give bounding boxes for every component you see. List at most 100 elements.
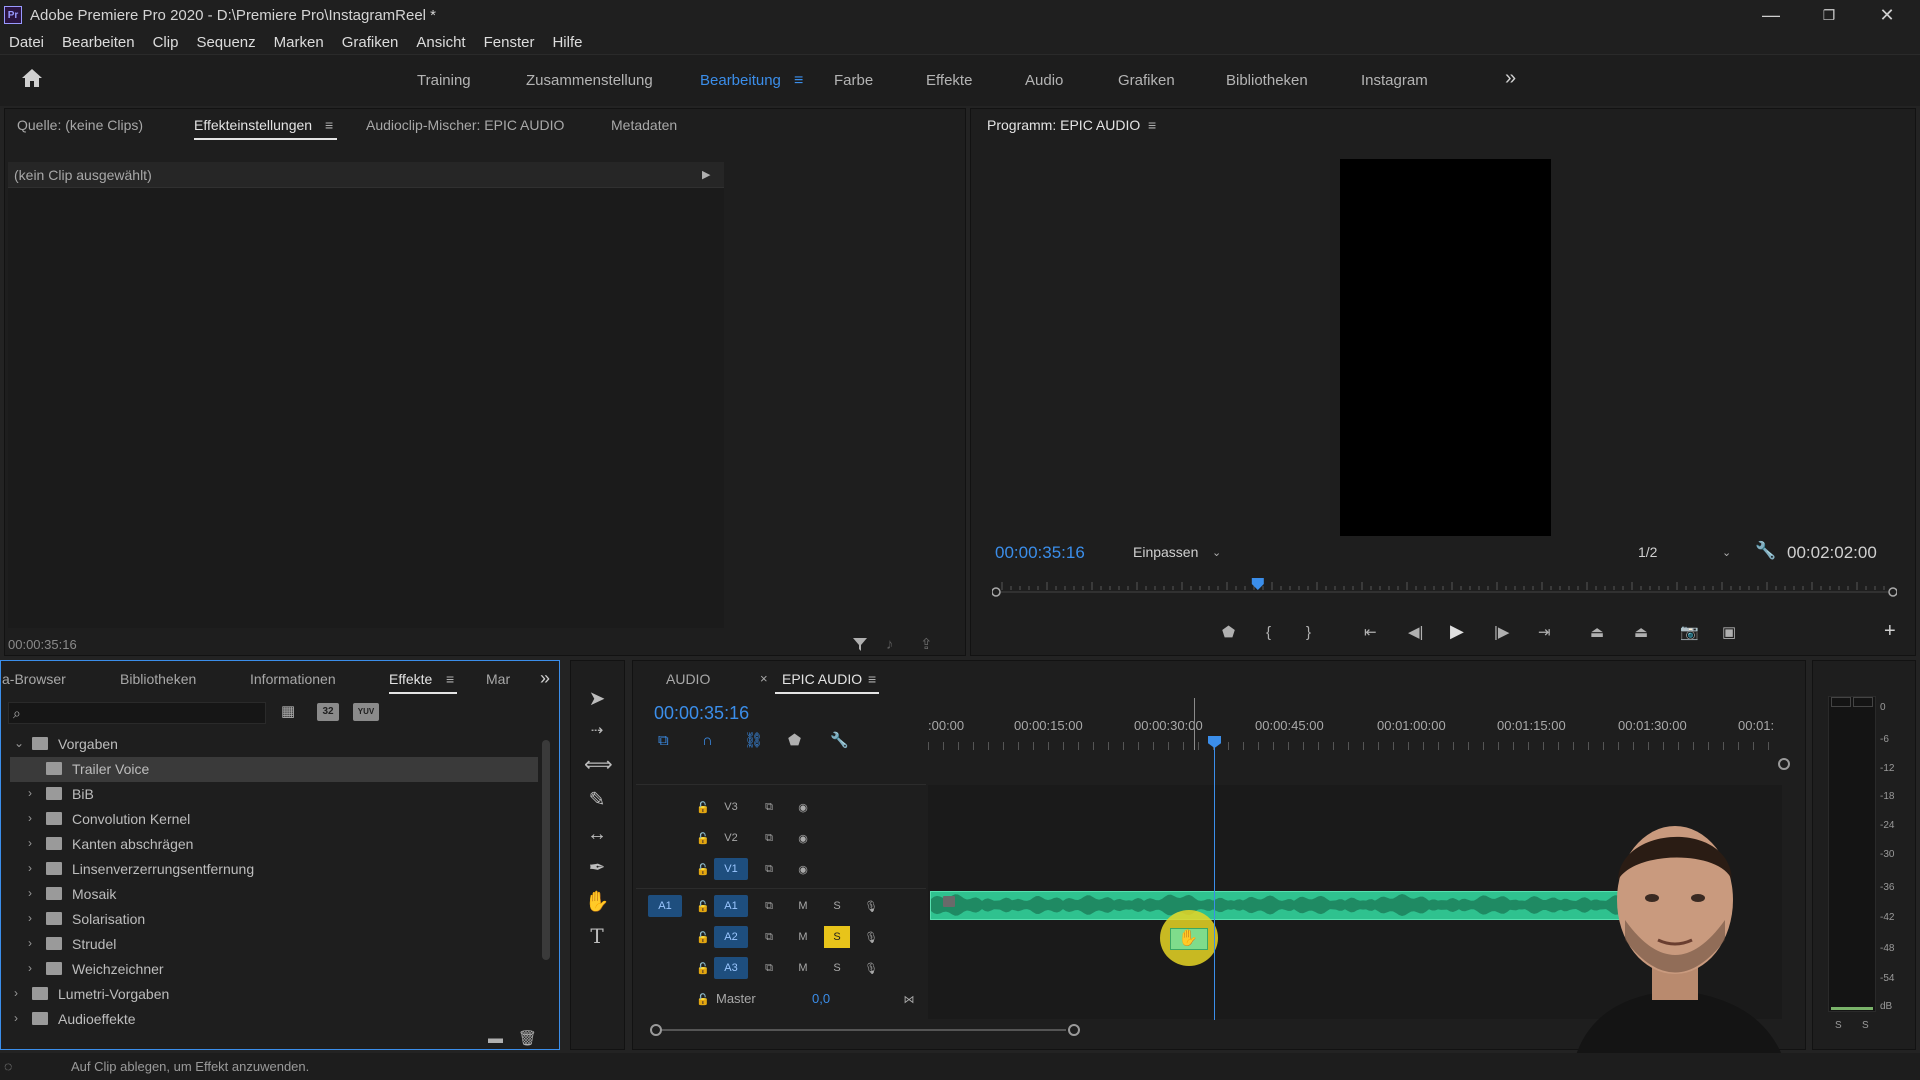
solo-button[interactable]: S	[826, 957, 848, 979]
tab-info[interactable]: Informationen	[250, 671, 336, 687]
lock-icon[interactable]: 🔓	[692, 926, 714, 948]
menu-clip[interactable]: Clip	[153, 34, 179, 51]
nest-icon[interactable]: ⧉	[658, 732, 669, 750]
menu-bearbeiten[interactable]: Bearbeiten	[62, 34, 135, 51]
lock-icon[interactable]: 🔓	[692, 796, 714, 818]
tab-effects[interactable]: Effekte	[389, 671, 432, 687]
chevron-right-icon[interactable]: ›	[28, 786, 40, 800]
step-back-icon[interactable]: ◀|	[1408, 624, 1423, 642]
effects-scrollbar[interactable]	[542, 740, 550, 960]
timeline-zoom-scrollbar[interactable]	[650, 1024, 1080, 1036]
source-patch-a1[interactable]: A1	[648, 895, 682, 917]
menu-marken[interactable]: Marken	[274, 34, 324, 51]
menu-sequenz[interactable]: Sequenz	[196, 34, 255, 51]
restore-button[interactable]: ❐	[1800, 0, 1858, 30]
workspace-training[interactable]: Training	[417, 72, 471, 89]
effects-search-input[interactable]: ⌕	[8, 702, 266, 724]
chevron-right-icon[interactable]: ›	[14, 986, 26, 1000]
track-select-tool-icon[interactable]: ⇢	[584, 718, 610, 744]
chevron-right-icon[interactable]: ›	[28, 936, 40, 950]
yuv-effects-badge[interactable]: YUV	[353, 703, 379, 721]
go-to-in-icon[interactable]: ⇤	[1364, 624, 1377, 642]
effects-tree-item[interactable]: Trailer Voice	[10, 757, 538, 782]
close-button[interactable]: ✕	[1858, 0, 1916, 30]
effects-tree-item[interactable]: › Solarisation	[0, 907, 430, 932]
solo-left-button[interactable]: S	[1835, 1020, 1842, 1031]
fit-dropdown[interactable]: Einpassen	[1133, 544, 1198, 560]
new-folder-icon[interactable]: ▬	[488, 1030, 503, 1048]
menu-fenster[interactable]: Fenster	[484, 34, 535, 51]
microphone-icon[interactable]: 🎙	[860, 926, 882, 948]
timeline-settings-icon[interactable]: 🔧	[830, 732, 849, 750]
menu-grafiken[interactable]: Grafiken	[342, 34, 399, 51]
chevron-right-icon[interactable]: ›	[14, 1011, 26, 1025]
lock-icon[interactable]: 🔓	[692, 858, 714, 880]
eye-icon[interactable]: ◉	[792, 796, 814, 818]
solo-right-button[interactable]: S	[1862, 1020, 1869, 1031]
master-volume-value[interactable]: 0,0	[812, 991, 830, 1006]
chevron-right-icon[interactable]: ›	[28, 911, 40, 925]
mark-out-icon[interactable]: }	[1306, 624, 1311, 642]
effects-tree-item[interactable]: › Weichzeichner	[0, 957, 430, 982]
tab-audio-clip-mixer[interactable]: Audioclip-Mischer: EPIC AUDIO	[366, 117, 564, 133]
menu-hilfe[interactable]: Hilfe	[552, 34, 582, 51]
sync-lock-icon[interactable]: ⧉	[758, 895, 780, 917]
menu-ansicht[interactable]: Ansicht	[416, 34, 465, 51]
master-expand-icon[interactable]: ⋈	[898, 988, 920, 1010]
panel-menu-icon[interactable]: ≡	[325, 117, 333, 133]
zoom-handle-right[interactable]	[1068, 1024, 1080, 1036]
chevron-right-icon[interactable]: ›	[28, 886, 40, 900]
effects-menu-icon[interactable]: ≡	[446, 671, 454, 687]
chevron-down-icon[interactable]: ⌄	[14, 736, 26, 750]
timeline-menu-icon[interactable]: ≡	[868, 671, 876, 687]
workspace-menu-icon[interactable]: ≡	[794, 72, 803, 90]
chevron-right-icon[interactable]: ›	[28, 861, 40, 875]
tab-media-browser[interactable]: a-Browser	[2, 671, 66, 687]
extract-icon[interactable]: ⏏	[1634, 624, 1648, 642]
program-video-frame[interactable]	[1340, 159, 1551, 536]
workspace-bearbeitung[interactable]: Bearbeitung	[700, 72, 781, 89]
microphone-icon[interactable]: 🎙	[860, 895, 882, 917]
tab-source[interactable]: Quelle: (keine Clips)	[17, 117, 143, 133]
effects-tree-item[interactable]: › Audioeffekte	[0, 1007, 430, 1032]
sync-lock-icon[interactable]: ⧉	[758, 858, 780, 880]
workspace-bibliotheken[interactable]: Bibliotheken	[1226, 72, 1308, 89]
workspace-overflow-icon[interactable]: »	[1505, 67, 1516, 90]
wrench-icon[interactable]: 🔧	[1755, 542, 1776, 560]
sync-lock-icon[interactable]: ⧉	[758, 957, 780, 979]
lock-icon[interactable]: 🔓	[692, 988, 714, 1010]
solo-button[interactable]: S	[826, 895, 848, 917]
mute-button[interactable]: M	[792, 895, 814, 917]
track-target-a3[interactable]: A3	[714, 957, 748, 979]
selection-tool-icon[interactable]: ➤	[584, 686, 610, 712]
slip-tool-icon[interactable]: ↔	[584, 821, 610, 847]
chevron-down-icon[interactable]: ⌄	[1722, 544, 1731, 562]
step-forward-icon[interactable]: |▶	[1494, 624, 1509, 642]
mark-in-icon[interactable]: {	[1266, 624, 1271, 642]
timeline-timecode[interactable]: 00:00:35:16	[654, 703, 749, 724]
program-menu-icon[interactable]: ≡	[1148, 117, 1156, 133]
track-target-v1[interactable]: V1	[714, 858, 748, 880]
track-target-v3[interactable]: V3	[720, 796, 742, 818]
minimize-button[interactable]: —	[1742, 0, 1800, 30]
comparison-view-icon[interactable]: ▣	[1722, 624, 1736, 642]
vertical-scroll-handle[interactable]	[1778, 758, 1790, 770]
mute-button[interactable]: M	[792, 957, 814, 979]
effects-tree-item[interactable]: › Lumetri-Vorgaben	[0, 982, 430, 1007]
tab-markers[interactable]: Mar	[486, 671, 510, 687]
tab-sequence-audio[interactable]: AUDIO	[666, 671, 710, 687]
workspace-instagram[interactable]: Instagram	[1361, 72, 1428, 89]
close-tab-icon[interactable]: ×	[760, 671, 768, 686]
snap-icon[interactable]: ∩	[702, 732, 713, 750]
tab-sequence-epic-audio[interactable]: EPIC AUDIO	[782, 671, 862, 687]
ripple-edit-tool-icon[interactable]: ⟺	[584, 752, 613, 778]
effects-tree-item[interactable]: › Linsenverzerrungsentfernung	[0, 857, 430, 882]
lock-icon[interactable]: 🔓	[692, 957, 714, 979]
effects-tree-item[interactable]: › Kanten abschrägen	[0, 832, 430, 857]
effects-tree-item[interactable]: › BiB	[0, 782, 430, 807]
linked-selection-icon[interactable]: ⛓	[744, 732, 763, 750]
lock-icon[interactable]: 🔓	[692, 827, 714, 849]
track-target-a1[interactable]: A1	[714, 895, 748, 917]
razor-tool-icon[interactable]: ✎	[584, 787, 610, 813]
tab-libraries[interactable]: Bibliotheken	[120, 671, 196, 687]
